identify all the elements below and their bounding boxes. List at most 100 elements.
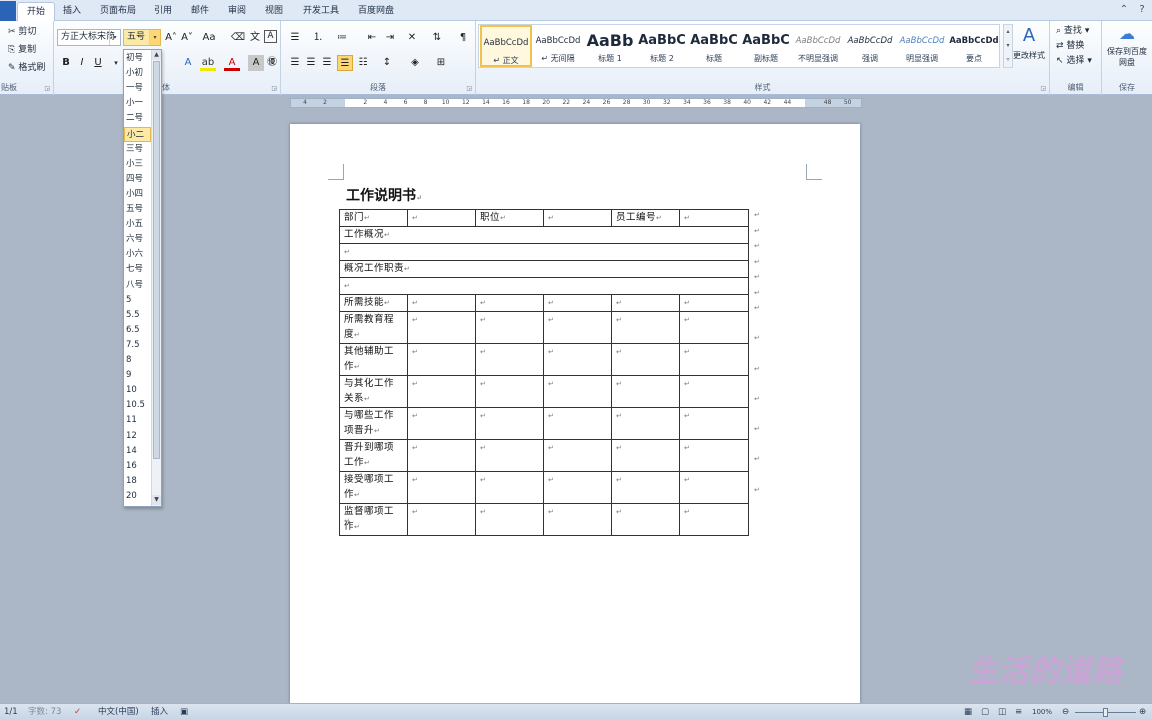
font-size-option[interactable]: 四号 bbox=[124, 172, 151, 187]
text-effect-icon[interactable]: A bbox=[180, 55, 196, 71]
table-cell[interactable]: ↵ bbox=[679, 407, 749, 440]
font-size-dropdown[interactable]: 初号 小初 一号 小一 二号 小二 三号 小三 四号 小四 五号 小五 六号 小六 七号 八号 5 5.5 6.5 7… bbox=[123, 49, 162, 507]
table-cell[interactable]: ↵ bbox=[407, 471, 476, 504]
table-cell[interactable]: ↵ bbox=[679, 294, 749, 312]
page-count[interactable]: 1/1 bbox=[4, 706, 18, 718]
chevron-down-icon[interactable]: ▾ bbox=[109, 30, 120, 45]
chevron-down-icon[interactable]: ▾ bbox=[149, 30, 160, 45]
table-cell[interactable]: ↵ bbox=[543, 375, 612, 408]
copy-button[interactable]: ⎘ 复制 bbox=[8, 43, 36, 57]
tab-review[interactable]: 审阅 bbox=[219, 2, 255, 21]
table-cell[interactable]: ↵ bbox=[611, 311, 680, 344]
table-cell[interactable]: ↵ bbox=[407, 209, 476, 227]
file-tab[interactable] bbox=[0, 1, 16, 21]
table-cell[interactable]: 部门↵ bbox=[339, 209, 408, 227]
style-subtitle[interactable]: AaBbC 副标题 bbox=[740, 25, 792, 67]
grow-font-icon[interactable]: A˄ bbox=[163, 30, 179, 46]
table-cell[interactable]: 员工编号↵ bbox=[611, 209, 680, 227]
style-title[interactable]: AaBbC 标题 bbox=[688, 25, 740, 67]
help-icon[interactable]: ? bbox=[1134, 3, 1150, 16]
font-size-option[interactable]: 5 bbox=[124, 293, 151, 308]
font-color-icon[interactable]: A bbox=[224, 55, 240, 71]
style-no-spacing[interactable]: AaBbCcDd ↵ 无间隔 bbox=[532, 25, 584, 67]
outline-icon[interactable]: ≡ bbox=[1015, 706, 1022, 718]
table-cell[interactable]: ↵ bbox=[407, 375, 476, 408]
document-page[interactable]: 工作说明书↵ 部门↵ ↵ 职位↵ ↵ 员工编号↵ ↵ 工作概况↵ ↵ 概况工作职… bbox=[290, 124, 860, 704]
table-cell[interactable]: 所需技能↵ bbox=[339, 294, 408, 312]
chinese-layout-icon[interactable]: ✕ bbox=[404, 30, 420, 46]
font-size-option[interactable]: 6.5 bbox=[124, 323, 151, 338]
table-cell[interactable]: 概况工作职责↵ bbox=[339, 260, 749, 278]
font-size-option[interactable]: 一号 bbox=[124, 81, 151, 96]
numbering-icon[interactable]: ⒈ bbox=[310, 30, 326, 46]
multilevel-list-icon[interactable]: ≔ bbox=[334, 30, 350, 46]
save-to-baidu-button[interactable]: 保存到百度网盘 bbox=[1104, 46, 1150, 68]
tab-mailings[interactable]: 邮件 bbox=[182, 2, 218, 21]
tab-view[interactable]: 视图 bbox=[256, 2, 292, 21]
table-cell[interactable]: ↵ bbox=[611, 343, 680, 376]
table-cell[interactable]: 接受哪项工作↵ bbox=[339, 471, 408, 504]
change-styles-button[interactable]: 更改样式 bbox=[1009, 49, 1049, 63]
font-size-option[interactable]: 7.5 bbox=[124, 338, 151, 353]
font-size-option[interactable]: 14 bbox=[124, 444, 151, 459]
font-size-combo[interactable]: 五号 ▾ bbox=[123, 29, 161, 46]
web-layout-icon[interactable]: ◫ bbox=[998, 706, 1006, 718]
proofing-icon[interactable]: ✓ bbox=[74, 706, 81, 718]
clear-format-icon[interactable]: ⌫ bbox=[230, 30, 246, 46]
decrease-indent-icon[interactable]: ⇤ bbox=[364, 30, 380, 46]
zoom-slider-thumb[interactable] bbox=[1103, 708, 1108, 717]
font-size-option[interactable]: 11 bbox=[124, 413, 151, 428]
table-cell[interactable]: ↵ bbox=[475, 407, 544, 440]
styles-launcher-icon[interactable]: ◲ bbox=[1040, 85, 1046, 92]
change-styles-icon[interactable]: A bbox=[1011, 23, 1047, 49]
style-emphasis[interactable]: AaBbCcDd 强调 bbox=[844, 25, 896, 67]
style-intense-emphasis[interactable]: AaBbCcDd 明显强调 bbox=[896, 25, 948, 67]
table-cell[interactable]: ↵ bbox=[543, 439, 612, 472]
style-heading-2[interactable]: AaBbC 标题 2 bbox=[636, 25, 688, 67]
table-cell[interactable]: ↵ bbox=[543, 209, 612, 227]
horizontal-ruler[interactable]: 4 2 2 4 6 8 10 12 14 16 18 20 22 24 26 28 30 32 34 36 38 40 42… bbox=[290, 98, 862, 108]
zoom-slider[interactable] bbox=[1075, 708, 1136, 717]
font-size-option[interactable]: 初号 bbox=[124, 51, 151, 66]
font-size-option[interactable]: 二号 bbox=[124, 111, 151, 126]
table-cell[interactable]: ↵ bbox=[475, 294, 544, 312]
clipboard-launcher-icon[interactable]: ◲ bbox=[44, 85, 50, 92]
language[interactable]: 中文(中国) bbox=[98, 706, 139, 718]
table-cell[interactable]: ↵ bbox=[543, 294, 612, 312]
font-size-option[interactable]: 小五 bbox=[124, 217, 151, 232]
cloud-save-icon[interactable]: ☁ bbox=[1102, 23, 1152, 45]
style-heading-1[interactable]: AaBb 标题 1 bbox=[584, 25, 636, 67]
table-cell[interactable]: ↵ bbox=[339, 277, 749, 295]
tab-developer[interactable]: 开发工具 bbox=[294, 2, 348, 21]
distributed-icon[interactable]: ☷ bbox=[355, 55, 371, 71]
table-cell[interactable]: ↵ bbox=[339, 243, 749, 261]
bullets-icon[interactable]: ☰ bbox=[287, 30, 303, 46]
sort-icon[interactable]: ⇅ bbox=[429, 30, 445, 46]
scroll-up-icon[interactable]: ▲ bbox=[152, 50, 161, 60]
font-size-option[interactable]: 20 bbox=[124, 489, 151, 504]
scroll-down-icon[interactable]: ▼ bbox=[152, 495, 161, 505]
style-normal[interactable]: AaBbCcDd ↵ 正文 bbox=[480, 25, 532, 67]
find-button[interactable]: ⌕ 查找 ▾ bbox=[1056, 24, 1089, 38]
align-left-icon[interactable]: ☰ bbox=[287, 55, 303, 71]
font-size-option[interactable]: 五号 bbox=[124, 202, 151, 217]
font-size-option[interactable]: 八号 bbox=[124, 278, 151, 293]
highlight-icon[interactable]: ab bbox=[200, 55, 216, 71]
table-cell[interactable]: ↵ bbox=[679, 471, 749, 504]
format-painter-button[interactable]: ✎ 格式刷 bbox=[8, 61, 45, 75]
font-size-option[interactable]: 9 bbox=[124, 368, 151, 383]
scroll-thumb[interactable] bbox=[153, 61, 160, 459]
table-cell[interactable]: ↵ bbox=[543, 407, 612, 440]
table-cell[interactable]: ↵ bbox=[679, 503, 749, 536]
table-cell[interactable]: ↵ bbox=[611, 375, 680, 408]
job-description-table[interactable]: 部门↵ ↵ 职位↵ ↵ 员工编号↵ ↵ 工作概况↵ ↵ 概况工作职责↵ ↵ 所需… bbox=[339, 209, 749, 536]
table-cell[interactable]: 工作概况↵ bbox=[339, 226, 749, 244]
phonetic-guide-icon[interactable]: 文 bbox=[247, 30, 263, 46]
font-size-option[interactable]: 5.5 bbox=[124, 308, 151, 323]
table-cell[interactable]: ↵ bbox=[475, 471, 544, 504]
char-border-icon[interactable]: A bbox=[264, 30, 277, 43]
font-size-option[interactable]: 8 bbox=[124, 353, 151, 368]
table-cell[interactable]: 与其化工作关系↵ bbox=[339, 375, 408, 408]
zoom-level[interactable]: 100% bbox=[1032, 706, 1052, 718]
table-cell[interactable]: ↵ bbox=[543, 503, 612, 536]
